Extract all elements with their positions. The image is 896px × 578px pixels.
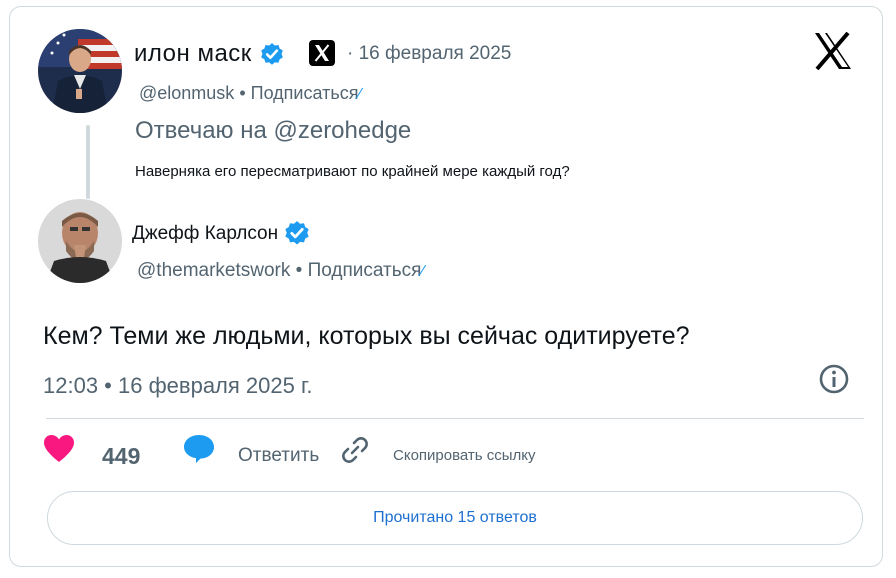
thread-connector-line xyxy=(86,125,90,199)
x-affiliation-badge xyxy=(309,40,335,66)
parent-author-name[interactable]: илон маск xyxy=(134,40,285,68)
separator-dot: • xyxy=(290,260,308,281)
text-cursor-icon: ⁄ xyxy=(421,263,425,280)
verified-badge-icon xyxy=(285,221,310,245)
info-icon[interactable] xyxy=(818,363,850,395)
separator-dot: • xyxy=(234,83,251,103)
reply-author-handle-row: @themarketswork • Подписаться⁄ xyxy=(137,260,424,282)
reply-button[interactable]: Ответить xyxy=(238,445,319,467)
verified-badge-icon xyxy=(261,42,283,65)
author-handle[interactable]: @themarketswork xyxy=(137,260,290,281)
avatar-reply-author[interactable] xyxy=(38,199,122,283)
speech-bubble-icon[interactable] xyxy=(182,433,216,465)
parent-author-handle-row: @elonmusk • Подписаться⁄ xyxy=(139,83,361,104)
text-cursor-icon: ⁄ xyxy=(358,86,362,103)
tweet-embed-card: илон маск · 16 февраля 2025 @elonmusk • … xyxy=(9,6,883,567)
copy-link-button[interactable]: Скопировать ссылку xyxy=(393,447,536,464)
read-replies-button[interactable]: Прочитано 15 ответов xyxy=(47,491,863,545)
tweet-timestamp[interactable]: 12:03 • 16 февраля 2025 г. xyxy=(43,373,312,399)
link-icon[interactable] xyxy=(339,434,371,466)
author-handle[interactable]: @elonmusk xyxy=(139,83,234,103)
reply-tweet-text: Кем? Теми же людьми, которых вы сейчас о… xyxy=(43,322,690,350)
action-divider xyxy=(46,418,864,419)
follow-link[interactable]: Подписаться xyxy=(251,83,359,103)
x-logo-icon[interactable] xyxy=(813,32,853,70)
replying-to-label[interactable]: Отвечаю на @zerohedge xyxy=(135,117,411,145)
like-count[interactable]: 449 xyxy=(102,443,140,470)
read-replies-label: Прочитано 15 ответов xyxy=(373,509,537,526)
reply-author-name[interactable]: Джефф Карлсон xyxy=(132,220,311,248)
author-name-text[interactable]: илон маск xyxy=(134,40,252,67)
parent-tweet-date[interactable]: · 16 февраля 2025 xyxy=(347,43,511,65)
parent-tweet-text: Наверняка его пересматривают по крайней … xyxy=(135,163,570,180)
avatar-parent-author[interactable] xyxy=(38,29,122,113)
heart-icon[interactable] xyxy=(43,434,75,464)
author-name-text[interactable]: Джефф Карлсон xyxy=(132,223,278,244)
x-logo-icon xyxy=(314,44,330,62)
follow-link[interactable]: Подписаться xyxy=(308,260,422,281)
